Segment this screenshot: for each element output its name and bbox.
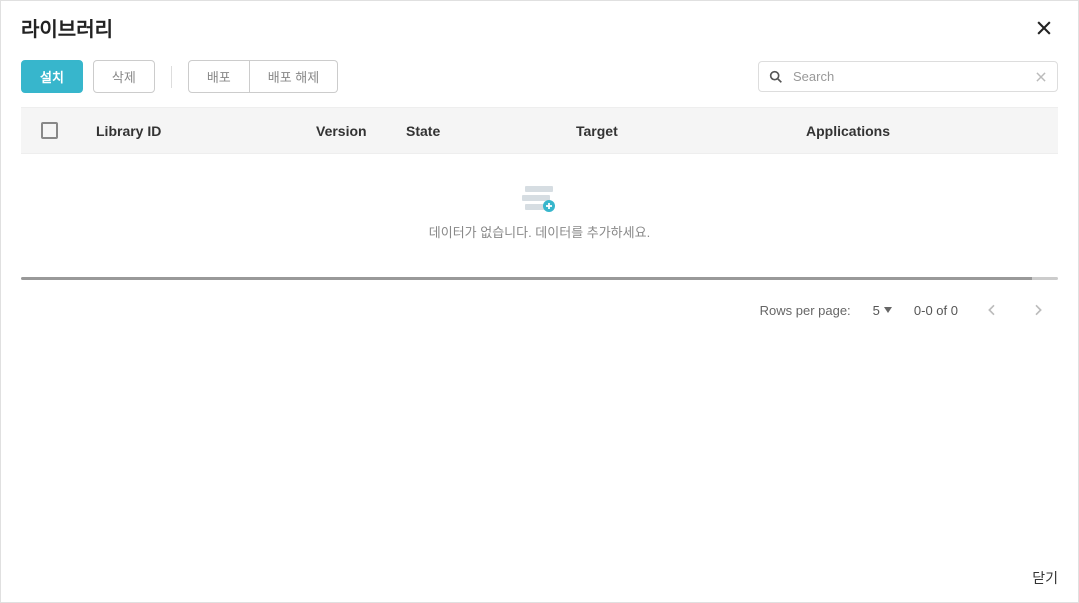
column-version[interactable]: Version [316,123,406,139]
next-page-button[interactable] [1026,298,1050,322]
empty-state-icon [520,184,560,212]
table-header-row: Library ID Version State Target Applicat… [21,107,1058,154]
search-input[interactable] [758,61,1058,92]
close-icon [1034,18,1054,38]
column-library-id[interactable]: Library ID [96,123,316,139]
column-applications[interactable]: Applications [806,123,986,139]
chevron-right-icon [1030,302,1046,318]
toolbar-left: 설치 삭제 배포 배포 해제 [21,60,338,93]
modal-footer: 닫기 [1012,554,1078,602]
dropdown-icon [884,307,892,313]
empty-state-text: 데이터가 없습니다. 데이터를 추가하세요. [429,222,650,241]
delete-button[interactable]: 삭제 [93,60,155,93]
empty-state: 데이터가 없습니다. 데이터를 추가하세요. [21,154,1058,261]
chevron-left-icon [984,302,1000,318]
pagination-range: 0-0 of 0 [914,303,958,318]
search-container [758,61,1058,92]
previous-page-button[interactable] [980,298,1004,322]
library-modal: 라이브러리 설치 삭제 배포 배포 해제 [0,0,1079,603]
column-state[interactable]: State [406,123,576,139]
toolbar: 설치 삭제 배포 배포 해제 [1,50,1078,107]
search-icon [768,69,784,85]
rows-per-page-select[interactable]: 5 [873,303,892,318]
toolbar-divider [171,66,172,88]
select-all-checkbox[interactable] [41,122,58,139]
select-all-cell [41,122,81,139]
rows-per-page-value: 5 [873,303,880,318]
pagination: Rows per page: 5 0-0 of 0 [1,280,1078,322]
column-target[interactable]: Target [576,123,806,139]
undeploy-button[interactable]: 배포 해제 [250,60,338,93]
modal-header: 라이브러리 [1,1,1078,50]
clear-search-icon[interactable] [1034,70,1048,84]
footer-close-button[interactable]: 닫기 [1032,568,1058,588]
deploy-button[interactable]: 배포 [188,60,250,93]
close-button[interactable] [1030,14,1058,42]
modal-title: 라이브러리 [21,13,113,42]
deploy-button-group: 배포 배포 해제 [188,60,338,93]
install-button[interactable]: 설치 [21,60,83,93]
rows-per-page-label: Rows per page: [760,303,851,318]
